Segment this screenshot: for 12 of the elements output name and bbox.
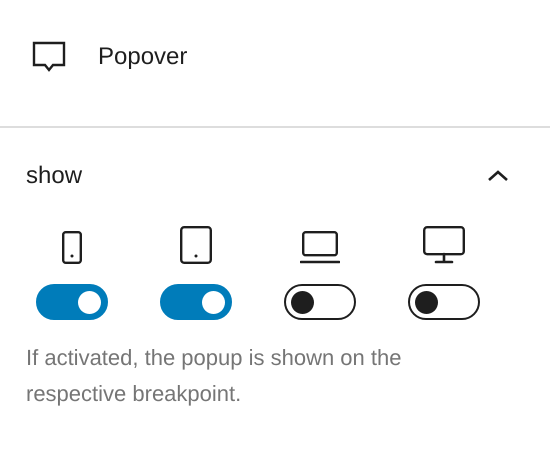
toggle-switch[interactable] xyxy=(408,284,480,320)
toggle-switch[interactable] xyxy=(160,284,232,320)
toggle-switch[interactable] xyxy=(284,284,356,320)
panel-toggle[interactable]: show xyxy=(0,128,550,224)
laptop-icon xyxy=(300,231,340,264)
toggle-switch[interactable] xyxy=(36,284,108,320)
speech-bubble-icon xyxy=(32,40,66,74)
desktop-icon xyxy=(423,226,465,264)
help-text: If activated, the popup is shown on the respective breakpoint. xyxy=(26,344,402,408)
phone-icon xyxy=(62,231,82,264)
block-title: Popover xyxy=(98,43,188,71)
tablet-icon xyxy=(180,226,212,264)
